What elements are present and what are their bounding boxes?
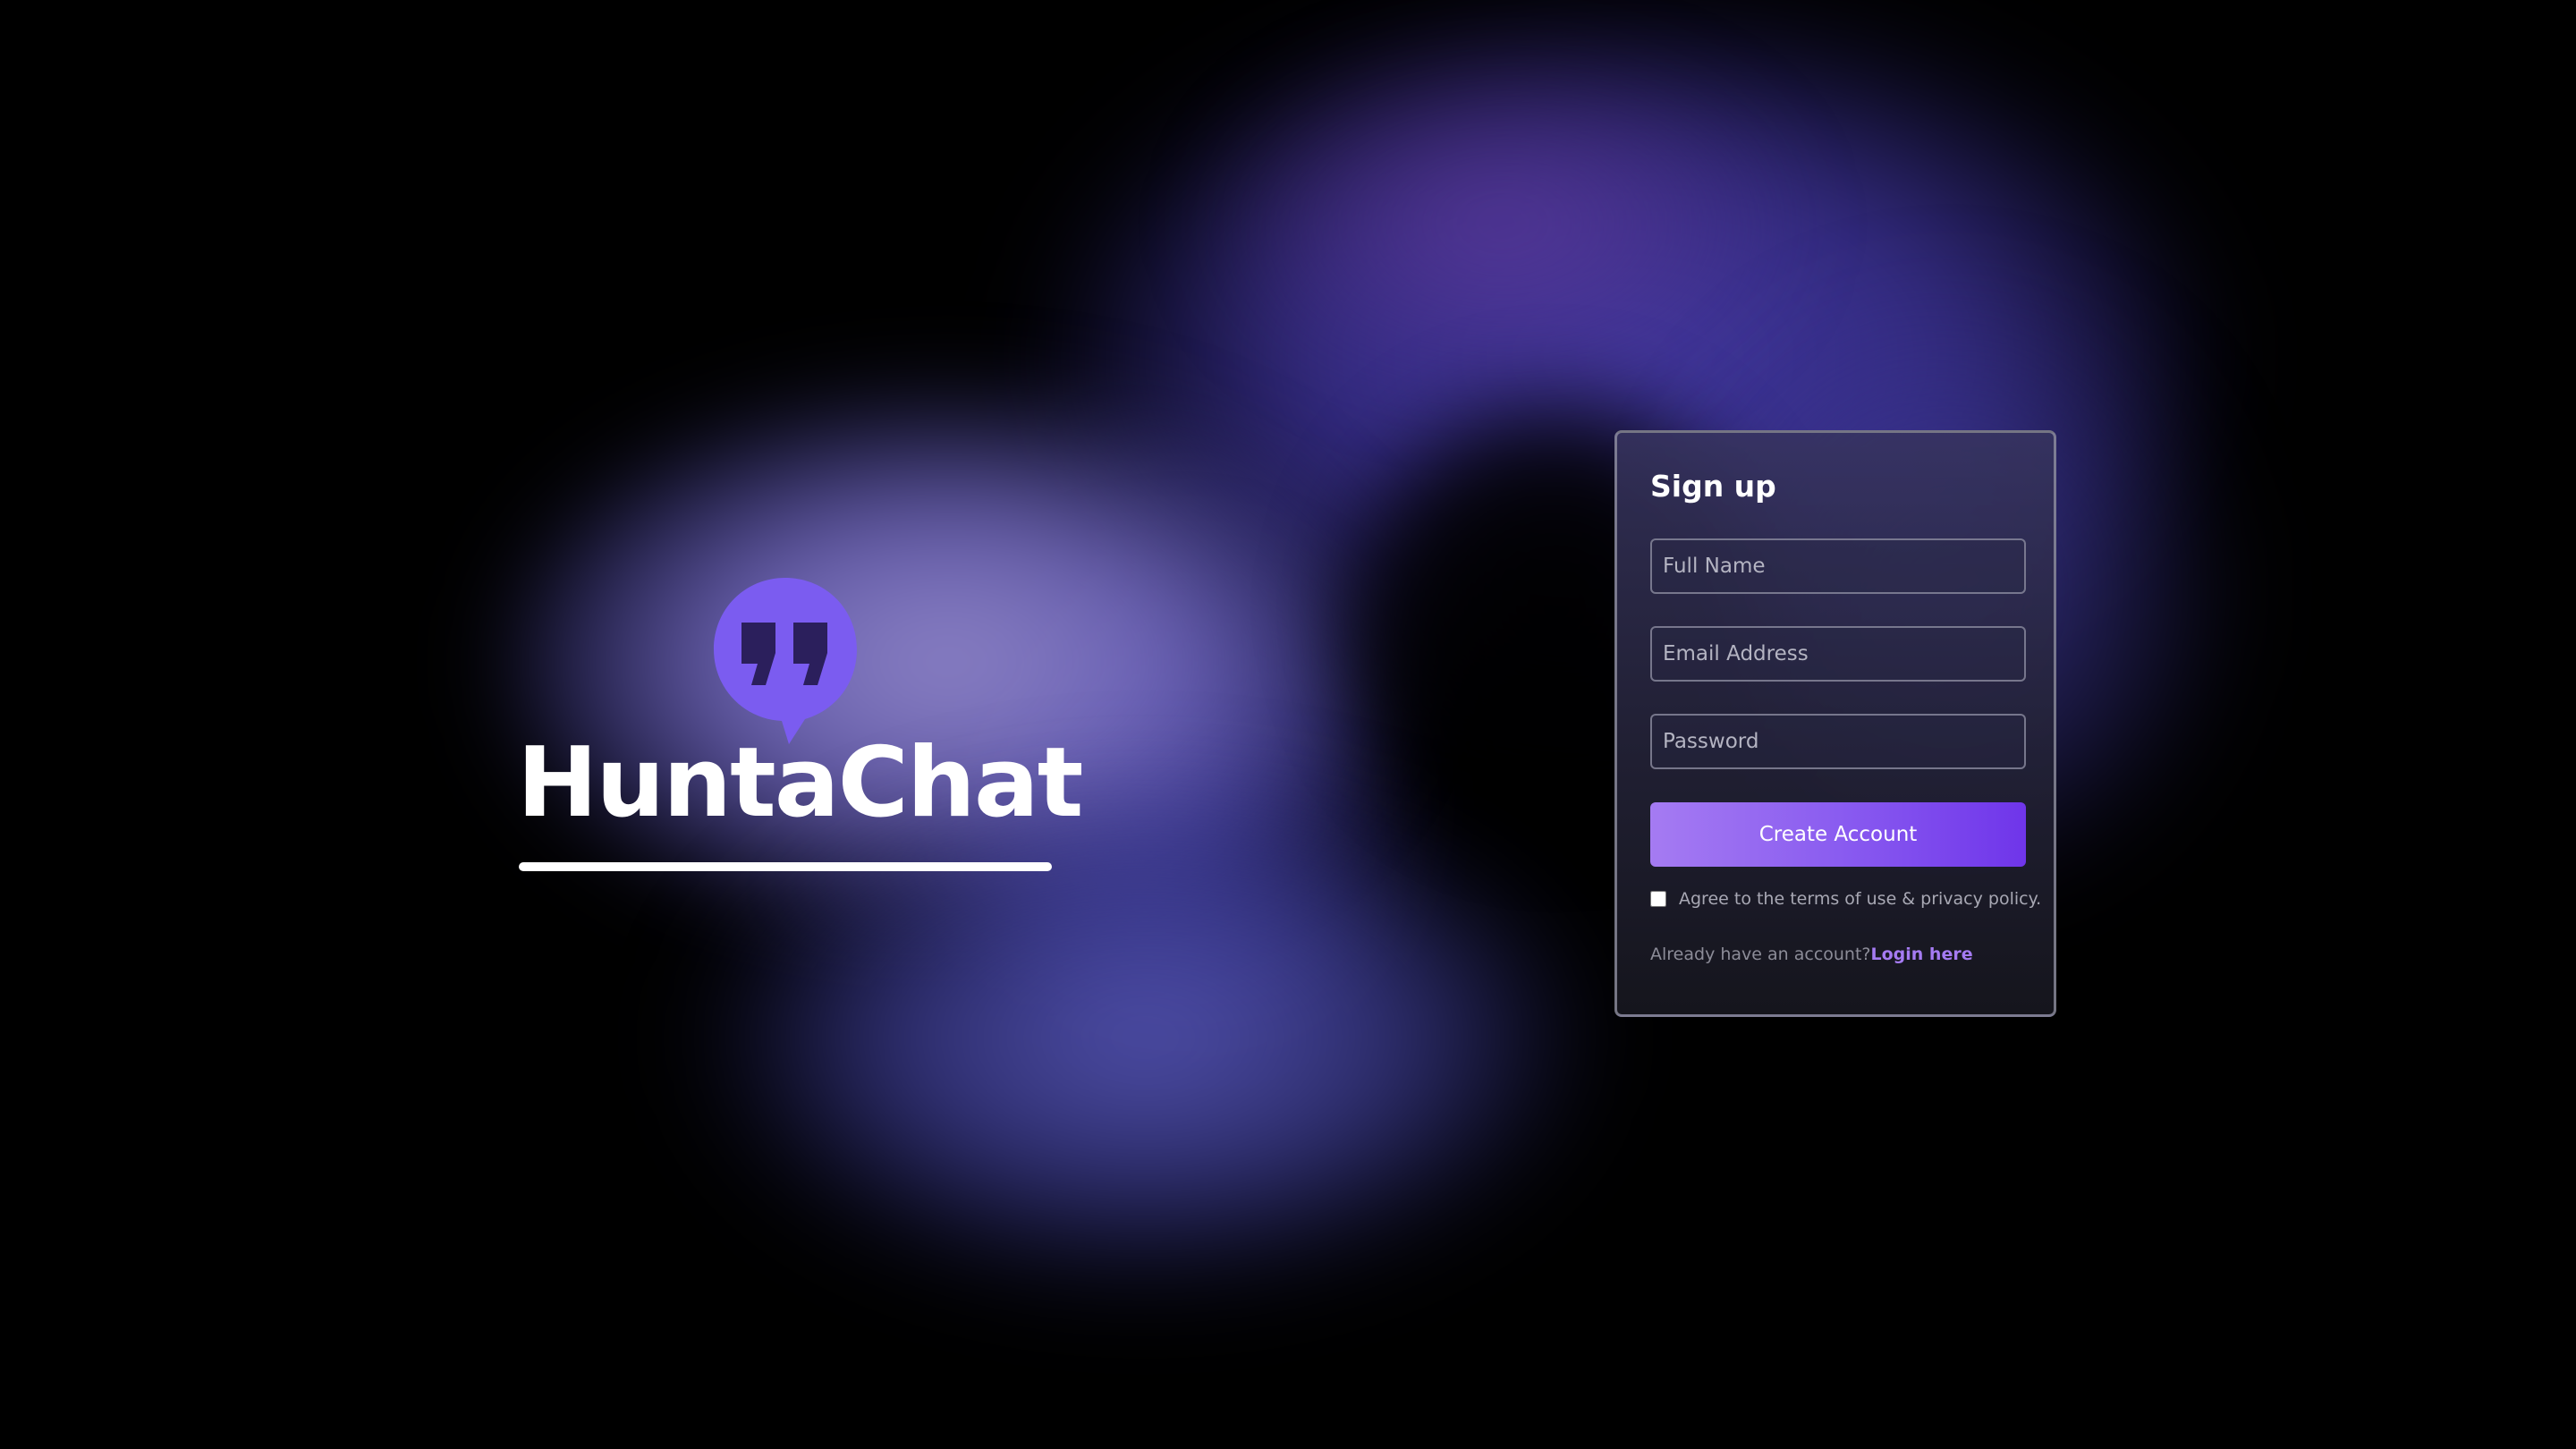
brand-block: HuntaChat	[517, 572, 1083, 877]
quote-chat-bubble-icon	[714, 578, 857, 744]
terms-row: Agree to the terms of use & privacy poli…	[1650, 886, 2044, 912]
full-name-input[interactable]	[1650, 538, 2026, 594]
email-input[interactable]	[1650, 626, 2026, 682]
password-input[interactable]	[1650, 714, 2026, 769]
login-row: Already have an account?Login here	[1650, 945, 1973, 964]
login-link[interactable]: Login here	[1871, 945, 1973, 964]
terms-checkbox[interactable]	[1650, 891, 1666, 907]
background-glow-top-highlight	[1216, 54, 1789, 394]
signup-card: Sign up Create Account Agree to the term…	[1614, 430, 2056, 1017]
signup-page: HuntaChat Sign up Create Account Agree t…	[0, 0, 2576, 1449]
brand-name: HuntaChat	[517, 727, 1083, 839]
signup-title: Sign up	[1650, 469, 1776, 504]
login-prompt: Already have an account?	[1650, 945, 1871, 964]
create-account-button[interactable]: Create Account	[1650, 802, 2026, 867]
terms-label: Agree to the terms of use & privacy poli…	[1679, 889, 2042, 909]
brand-underline	[519, 862, 1052, 871]
